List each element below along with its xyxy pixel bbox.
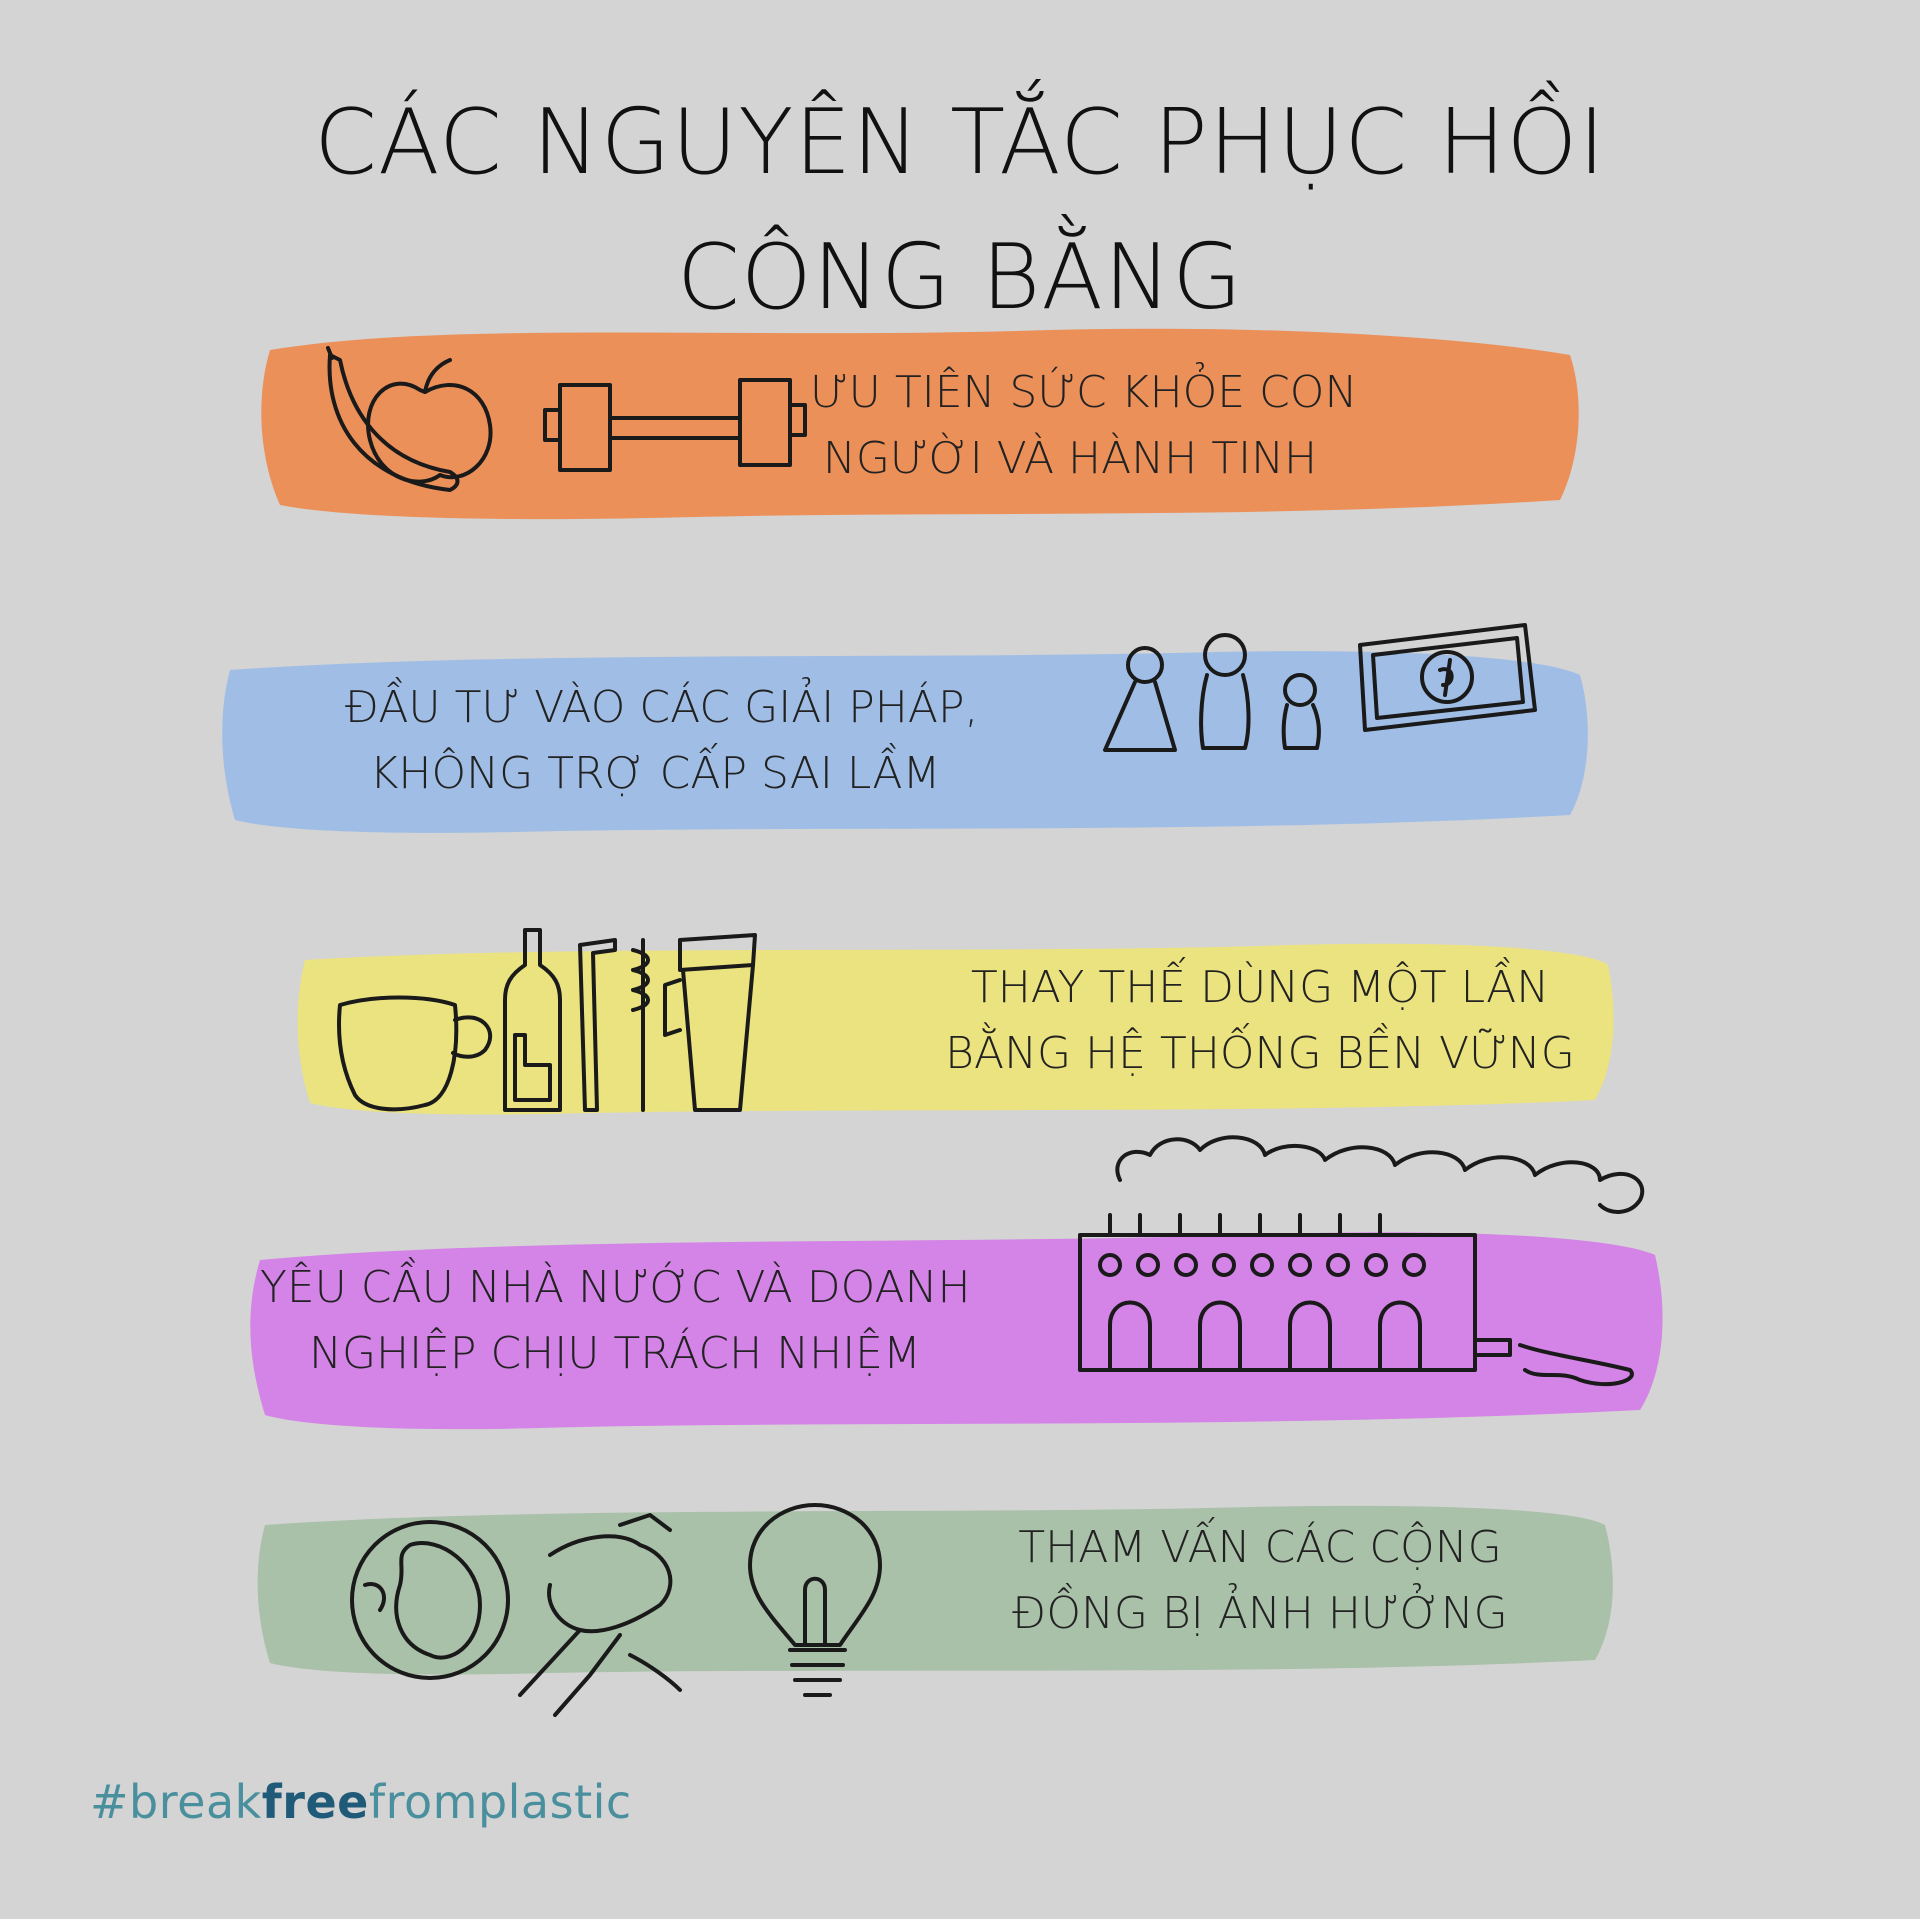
hashtag-breakfreefromplastic: #breakfreefromplastic [90, 1775, 632, 1829]
people-icon [1103, 633, 1321, 752]
globe-icon [350, 1520, 510, 1680]
apple-icon [366, 358, 493, 484]
principle-text-replace: THAY THẾ DÙNG MỘT LẦN BẰNG HỆ THỐNG BỀN … [940, 955, 1580, 1087]
hashtag-suffix: fromplastic [368, 1775, 632, 1829]
principle-band-accountability: YÊU CẦU NHÀ NƯỚC VÀ DOANH NGHIỆP CHỊU TR… [240, 1135, 1670, 1440]
principle-text-accountability: YÊU CẦU NHÀ NƯỚC VÀ DOANH NGHIỆP CHỊU TR… [260, 1255, 971, 1387]
page-title: CÁC NGUYÊN TẮC PHỤC HỒI CÔNG BẰNG [0, 75, 1920, 345]
jug-icon [663, 933, 757, 1112]
handshake-icon [518, 1513, 682, 1717]
principle-investment-line-2: KHÔNG TRỢ CẤP SAI LẦM [369, 748, 941, 799]
brush-icon [631, 938, 650, 1112]
principle-health-line-2: NGƯỜI VÀ HÀNH TINH [822, 433, 1318, 484]
principle-text-health: ƯU TIÊN SỨC KHỎE CON NGƯỜI VÀ HÀNH TINH [810, 360, 1358, 492]
principle-replace-line-2: BẰNG HỆ THỐNG BỀN VỮNG [945, 1028, 1575, 1079]
dumbbell-icon [543, 378, 807, 472]
principle-text-investment: ĐẦU TƯ VÀO CÁC GIẢI PHÁP, KHÔNG TRỢ CẤP … [345, 675, 979, 807]
title-line-1: CÁC NGUYÊN TẮC PHỤC HỒI [314, 90, 1606, 195]
factory-icon [1078, 1135, 1645, 1387]
bottle-icon [503, 928, 562, 1112]
hashtag-bold: free [261, 1775, 369, 1829]
principle-band-replace: THAY THẾ DÙNG MỘT LẦN BẰNG HỆ THỐNG BỀN … [290, 928, 1620, 1120]
hashtag-prefix: #break [90, 1775, 262, 1829]
principle-accountability-line-1: YÊU CẦU NHÀ NƯỚC VÀ DOANH [260, 1262, 971, 1313]
lightbulb-icon [748, 1503, 882, 1697]
mug-icon [336, 995, 493, 1112]
principle-band-health: ƯU TIÊN SỨC KHỎE CON NGƯỜI VÀ HÀNH TINH [250, 310, 1590, 530]
principle-consult-line-1: THAM VẤN CÁC CỘNG [1018, 1522, 1502, 1573]
principle-text-consult: THAM VẤN CÁC CỘNG ĐỒNG BỊ ẢNH HƯỞNG [990, 1515, 1530, 1647]
principle-consult-line-2: ĐỒNG BỊ ẢNH HƯỞNG [1012, 1588, 1508, 1639]
principle-accountability-line-2: NGHIỆP CHỊU TRÁCH NHIỆM [309, 1328, 921, 1379]
principle-band-consult: THAM VẤN CÁC CỘNG ĐỒNG BỊ ẢNH HƯỞNG [250, 1495, 1620, 1717]
principle-health-line-1: ƯU TIÊN SỨC KHỎE CON [810, 367, 1358, 418]
principle-replace-line-1: THAY THẾ DÙNG MỘT LẦN [970, 962, 1550, 1013]
straw-icon [578, 938, 617, 1112]
money-icon [1358, 623, 1537, 732]
principle-band-investment: ĐẦU TƯ VÀO CÁC GIẢI PHÁP, KHÔNG TRỢ CẤP … [215, 623, 1595, 840]
principle-investment-line-1: ĐẦU TƯ VÀO CÁC GIẢI PHÁP, [345, 682, 979, 733]
